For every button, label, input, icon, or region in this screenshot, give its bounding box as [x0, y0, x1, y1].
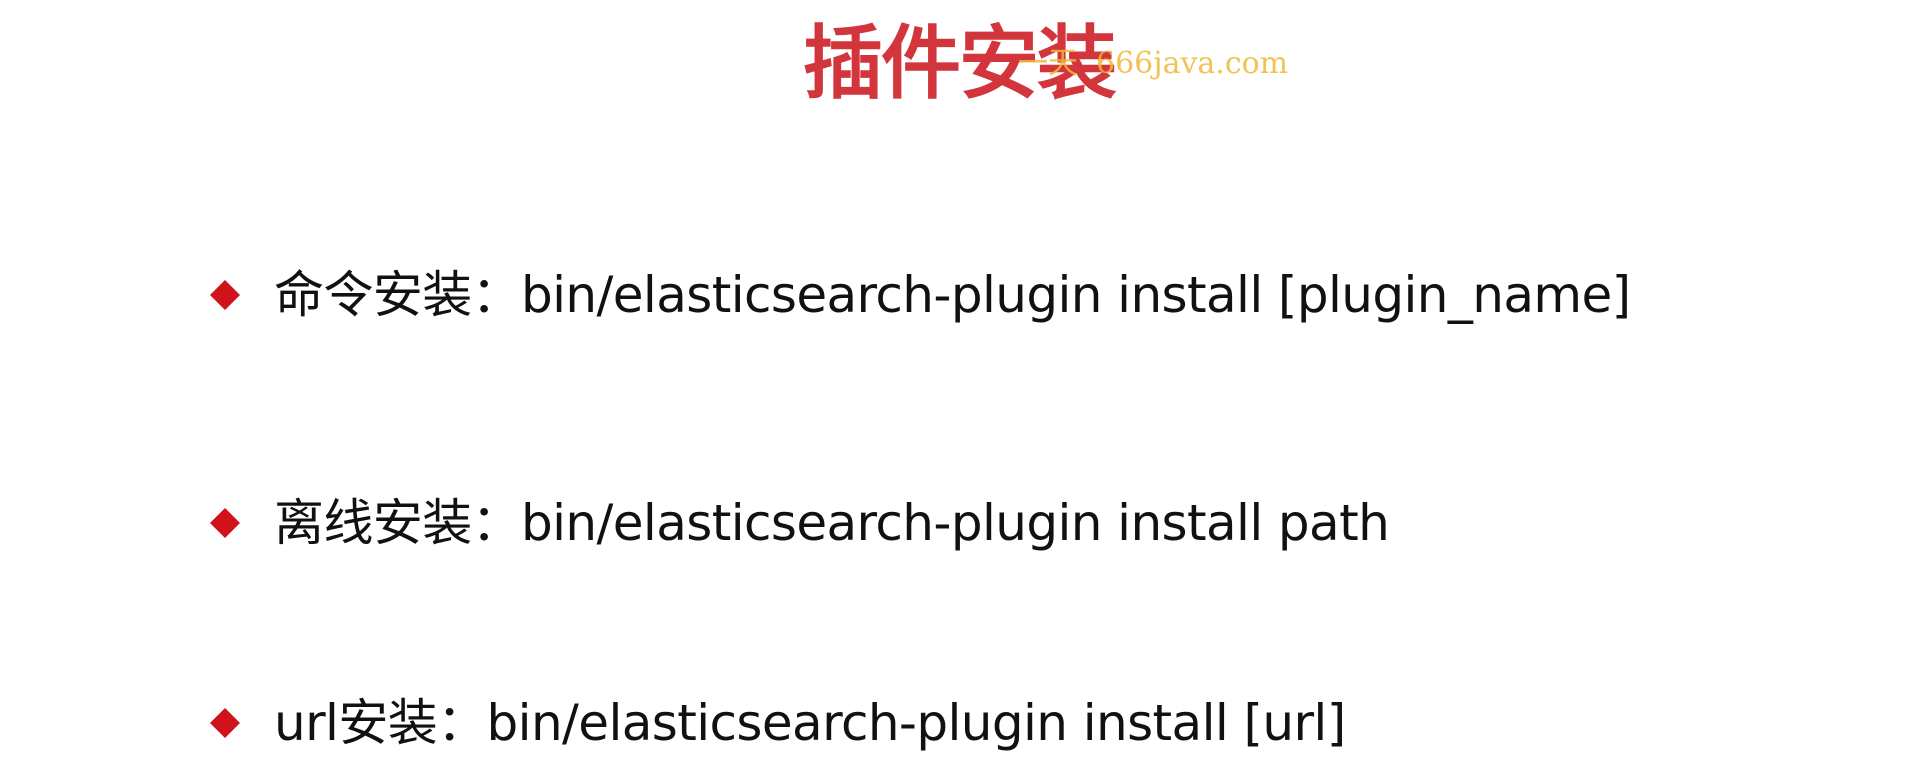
- slide: 插件安装 一天 666java.com 命令安装：bin/elasticsearc…: [0, 0, 1920, 773]
- list-item: url安装：bin/elasticsearch-plugin install […: [210, 688, 1346, 758]
- diamond-icon: [210, 508, 240, 538]
- diamond-icon: [210, 708, 240, 738]
- list-item: 离线安装：bin/elasticsearch-plugin install pa…: [210, 488, 1390, 558]
- bullet-text: 离线安装：bin/elasticsearch-plugin install pa…: [274, 494, 1390, 552]
- diamond-icon: [210, 280, 240, 310]
- bullet-text: 命令安装：bin/elasticsearch-plugin install [p…: [274, 266, 1631, 324]
- bullet-list: 命令安装：bin/elasticsearch-plugin install [p…: [0, 0, 1920, 773]
- list-item: 命令安装：bin/elasticsearch-plugin install [p…: [210, 260, 1631, 330]
- bullet-text: url安装：bin/elasticsearch-plugin install […: [274, 694, 1346, 752]
